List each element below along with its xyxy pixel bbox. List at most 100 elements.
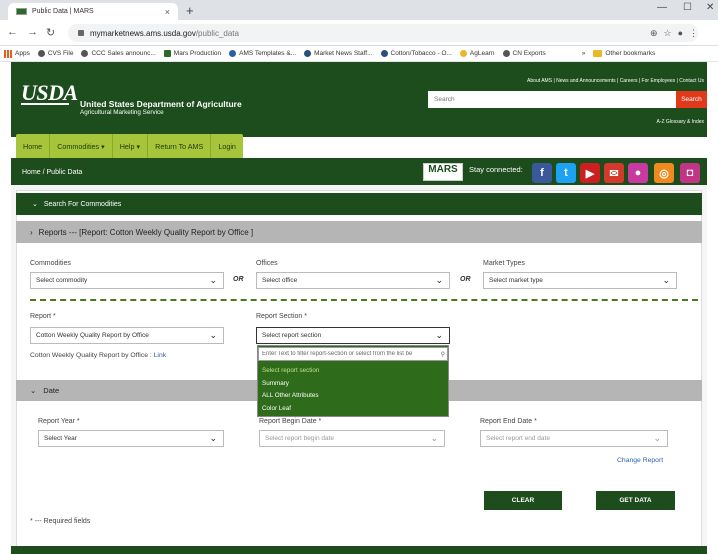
- stay-connected-label: Stay connected:: [469, 165, 523, 174]
- breadcrumb[interactable]: Home / Public Data: [22, 169, 82, 176]
- bookmarks-overflow-icon[interactable]: »: [582, 50, 586, 57]
- zoom-star-profile-icons[interactable]: ⊕☆●⋮: [650, 28, 704, 39]
- bookmark-item[interactable]: Mars Production: [163, 50, 221, 57]
- youtube-icon[interactable]: ▶: [580, 163, 600, 183]
- chevron-down-icon: ⌄: [435, 330, 443, 340]
- mars-logo: MARS: [423, 163, 463, 181]
- report-select-value: Cotton Weekly Quality Report by Office: [36, 332, 149, 339]
- email-icon[interactable]: ✉: [604, 163, 624, 183]
- sharepoint-icon: [380, 50, 388, 57]
- commodity-select-value: Select commodity: [36, 277, 88, 284]
- report-section-filter-input[interactable]: Enter Text to filter report-section or s…: [258, 347, 448, 361]
- menu-help[interactable]: Help ▾: [113, 134, 149, 158]
- menu-home[interactable]: Home: [16, 134, 51, 158]
- forward-icon[interactable]: →: [27, 26, 38, 38]
- report-link-prefix: Cotton Weekly Quality Report by Office :: [30, 352, 154, 359]
- facebook-icon[interactable]: f: [532, 163, 552, 183]
- required-note: * --- Required fields: [30, 518, 91, 525]
- office-select-value: Select office: [262, 277, 298, 284]
- tab-title: Public Data | MARS: [32, 8, 94, 15]
- get-data-button[interactable]: GET DATA: [596, 491, 675, 510]
- chevron-down-icon: ⌄: [435, 275, 443, 285]
- dropdown-option[interactable]: Select report section: [262, 367, 319, 374]
- address-bar-row: ← → ↻ mymarketnews.ams.usda.gov /public_…: [0, 20, 718, 46]
- chevron-right-icon: ›: [30, 227, 33, 237]
- menu-return-to-ams[interactable]: Return To AMS: [148, 134, 212, 158]
- commodity-select[interactable]: Select commodity ⌄: [30, 272, 224, 289]
- clear-button[interactable]: CLEAR: [484, 491, 562, 510]
- end-date-select[interactable]: Select report end date ⌄: [480, 430, 668, 447]
- minimize-icon[interactable]: —: [657, 2, 667, 13]
- bookmark-item[interactable]: CCC Sales announc...: [81, 50, 156, 57]
- chevron-down-icon: ⌄: [430, 433, 438, 443]
- bookmark-item[interactable]: CVS File: [37, 50, 73, 57]
- maximize-icon[interactable]: ☐: [683, 2, 692, 13]
- begin-date-value: Select report begin date: [265, 435, 335, 442]
- back-icon[interactable]: ←: [7, 26, 18, 38]
- or-label: OR: [460, 276, 471, 283]
- chevron-down-icon: ⌄: [209, 275, 217, 285]
- menu-login[interactable]: Login: [211, 134, 243, 158]
- browser-tab[interactable]: Public Data | MARS ×: [8, 3, 178, 20]
- report-link[interactable]: Link: [154, 352, 166, 359]
- bookmark-item[interactable]: Cotton/Tobacco - O...: [380, 50, 452, 57]
- report-link-text: Cotton Weekly Quality Report by Office :…: [30, 352, 166, 359]
- site-search-input[interactable]: [428, 91, 676, 108]
- usda-favicon-icon: [16, 8, 27, 15]
- report-year-label: Report Year *: [38, 418, 80, 425]
- change-report-link[interactable]: Change Report: [617, 457, 663, 464]
- tab-close-icon[interactable]: ×: [165, 7, 170, 17]
- reports-title: Reports --- [Report: Cotton Weekly Quali…: [38, 227, 254, 237]
- report-section-select[interactable]: Select report section ⌄: [256, 327, 450, 344]
- report-section-label: Report Section *: [256, 313, 307, 320]
- bookmark-other[interactable]: Other bookmarks: [593, 50, 655, 57]
- chevron-down-icon: ⌄: [209, 433, 217, 443]
- instagram-icon[interactable]: ◘: [680, 163, 700, 183]
- menu-commodities[interactable]: Commodities ▾: [50, 134, 113, 158]
- ams-icon: [229, 50, 237, 57]
- dropdown-option[interactable]: ALL Other Attributes: [262, 392, 318, 399]
- report-year-select[interactable]: Select Year ⌄: [38, 430, 224, 447]
- url-host: mymarketnews.ams.usda.gov: [90, 28, 196, 38]
- reload-icon[interactable]: ↻: [46, 26, 55, 39]
- chevron-down-icon: ⌄: [653, 433, 661, 443]
- market-type-select[interactable]: Select market type ⌄: [483, 272, 677, 289]
- end-date-value: Select report end date: [486, 435, 550, 442]
- globe-icon: [81, 50, 89, 57]
- search-icon: ⚲: [440, 351, 445, 358]
- folder-icon: [593, 50, 603, 57]
- org-name: United States Department of Agriculture: [80, 99, 242, 109]
- bookmark-item[interactable]: Market News Staff...: [304, 50, 373, 57]
- agency-name: Agricultural Marketing Service: [80, 109, 164, 116]
- twitter-icon[interactable]: t: [556, 163, 576, 183]
- chevron-down-icon: ⌄: [662, 275, 670, 285]
- dropdown-option[interactable]: Summary: [262, 380, 289, 387]
- search-commodities-header[interactable]: ⌄ Search For Commodities: [16, 193, 702, 215]
- main-menu: Home Commodities ▾ Help ▾ Return To AMS …: [16, 134, 243, 158]
- bookmark-item[interactable]: CN Exports: [502, 50, 546, 57]
- footer-bar: [11, 546, 707, 554]
- url-path: /public_data: [195, 28, 239, 38]
- url-bar[interactable]: mymarketnews.ams.usda.gov /public_data: [68, 24, 698, 42]
- dropdown-option[interactable]: Color Leaf: [262, 405, 291, 412]
- logo-underline: [21, 103, 69, 105]
- flickr-icon[interactable]: ●: [628, 163, 648, 183]
- bookmark-item[interactable]: AgLearn: [459, 50, 495, 57]
- lock-icon: [78, 30, 84, 36]
- site-search-button[interactable]: Search: [676, 91, 707, 108]
- report-select[interactable]: Cotton Weekly Quality Report by Office ⌄: [30, 327, 224, 344]
- rss-icon[interactable]: ◎: [654, 163, 674, 183]
- begin-date-select[interactable]: Select report begin date ⌄: [259, 430, 445, 447]
- dashed-divider: [30, 299, 698, 301]
- reports-header[interactable]: › Reports --- [Report: Cotton Weekly Qua…: [16, 221, 702, 243]
- top-links[interactable]: About AMS | News and Announcements | Car…: [527, 78, 704, 84]
- az-glossary-link[interactable]: A-Z Glossary & Index: [656, 119, 704, 125]
- search-commodities-title: Search For Commodities: [43, 200, 122, 208]
- new-tab-button[interactable]: +: [186, 3, 194, 18]
- bookmark-apps[interactable]: Apps: [4, 49, 30, 58]
- commodities-label: Commodities: [30, 260, 71, 267]
- bookmark-item[interactable]: AMS Templates &...: [229, 50, 296, 57]
- office-select[interactable]: Select office ⌄: [256, 272, 450, 289]
- chevron-down-icon: ⌄: [209, 330, 217, 340]
- close-window-icon[interactable]: ✕: [706, 2, 714, 13]
